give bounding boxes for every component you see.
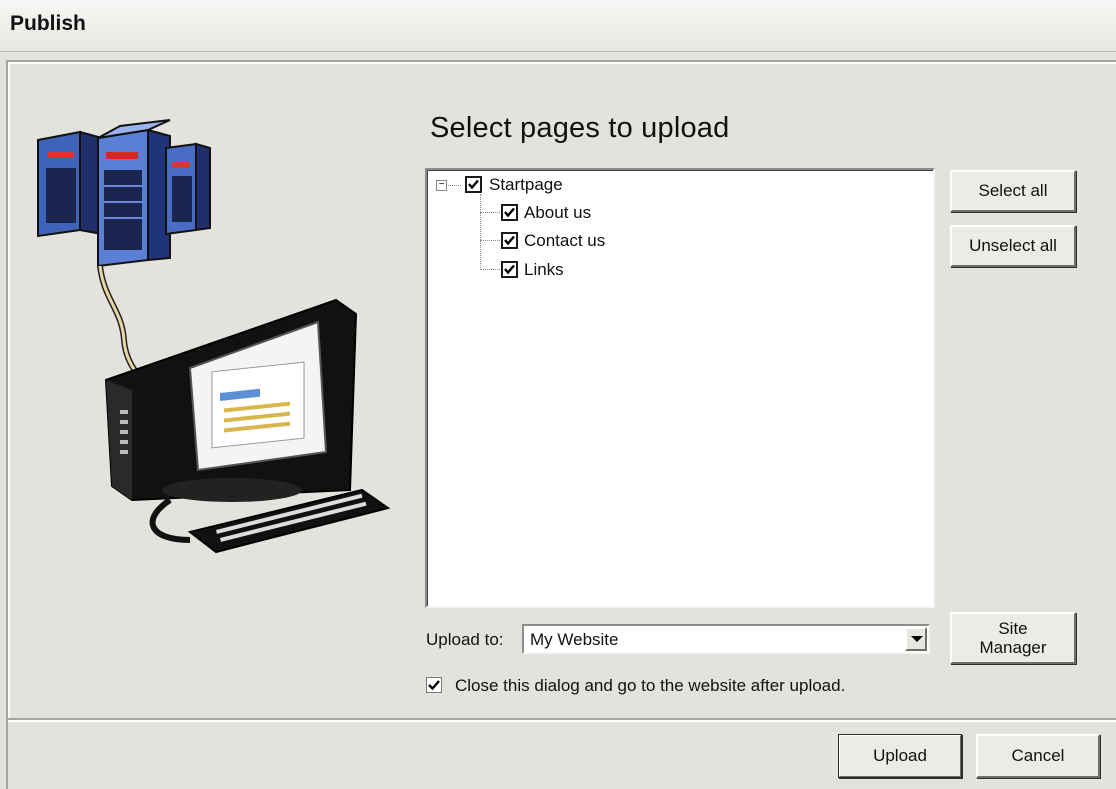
checkmark-icon (504, 235, 515, 246)
tree-connector (480, 194, 481, 270)
links-checkbox[interactable] (501, 261, 518, 278)
cancel-button[interactable]: Cancel (976, 734, 1100, 778)
contact-us-checkbox[interactable] (501, 232, 518, 249)
footer-divider-highlight (8, 720, 1116, 722)
startpage-checkbox[interactable] (465, 176, 482, 193)
unselect-all-button[interactable]: Unselect all (950, 225, 1076, 267)
tree-item-contact-us[interactable]: Contact us (524, 231, 605, 251)
tree-item-about-us[interactable]: About us (524, 203, 591, 223)
select-all-button[interactable]: Select all (950, 170, 1076, 212)
upload-to-label: Upload to: (426, 630, 504, 649)
about-us-checkbox[interactable] (501, 204, 518, 221)
close-after-upload-label[interactable]: Close this dialog and go to the website … (455, 676, 845, 696)
close-after-upload-checkbox[interactable] (426, 677, 442, 693)
tree-connector (480, 240, 500, 241)
tree-connector (445, 185, 461, 186)
upload-button[interactable]: Upload (838, 734, 962, 778)
page-tree[interactable]: − Startpage About us Contact us Links (425, 168, 935, 608)
tree-item-startpage[interactable]: Startpage (489, 175, 563, 195)
tree-collapse-icon[interactable]: − (436, 180, 447, 191)
checkbox-checked-icon (426, 677, 442, 693)
publish-dialog: Publish Select pages to upload − Startpa… (0, 0, 1116, 789)
server-icon (37, 119, 211, 268)
computer-icon (104, 298, 391, 554)
tree-connector (480, 212, 500, 213)
upload-to-select[interactable]: My Website (522, 624, 930, 654)
checkmark-icon (468, 179, 479, 190)
page-heading: Select pages to upload (430, 112, 730, 144)
title-bar[interactable]: Publish (0, 0, 1116, 52)
server-to-computer-illustration (37, 119, 391, 554)
checkmark-icon (504, 264, 515, 275)
upload-to-value: My Website (530, 630, 619, 649)
site-manager-button[interactable]: Site Manager (950, 612, 1076, 664)
tree-connector (480, 269, 500, 270)
dropdown-arrow-icon[interactable] (905, 627, 927, 651)
tree-item-links[interactable]: Links (524, 260, 564, 280)
checkmark-icon (504, 207, 515, 218)
window-title: Publish (10, 12, 86, 35)
